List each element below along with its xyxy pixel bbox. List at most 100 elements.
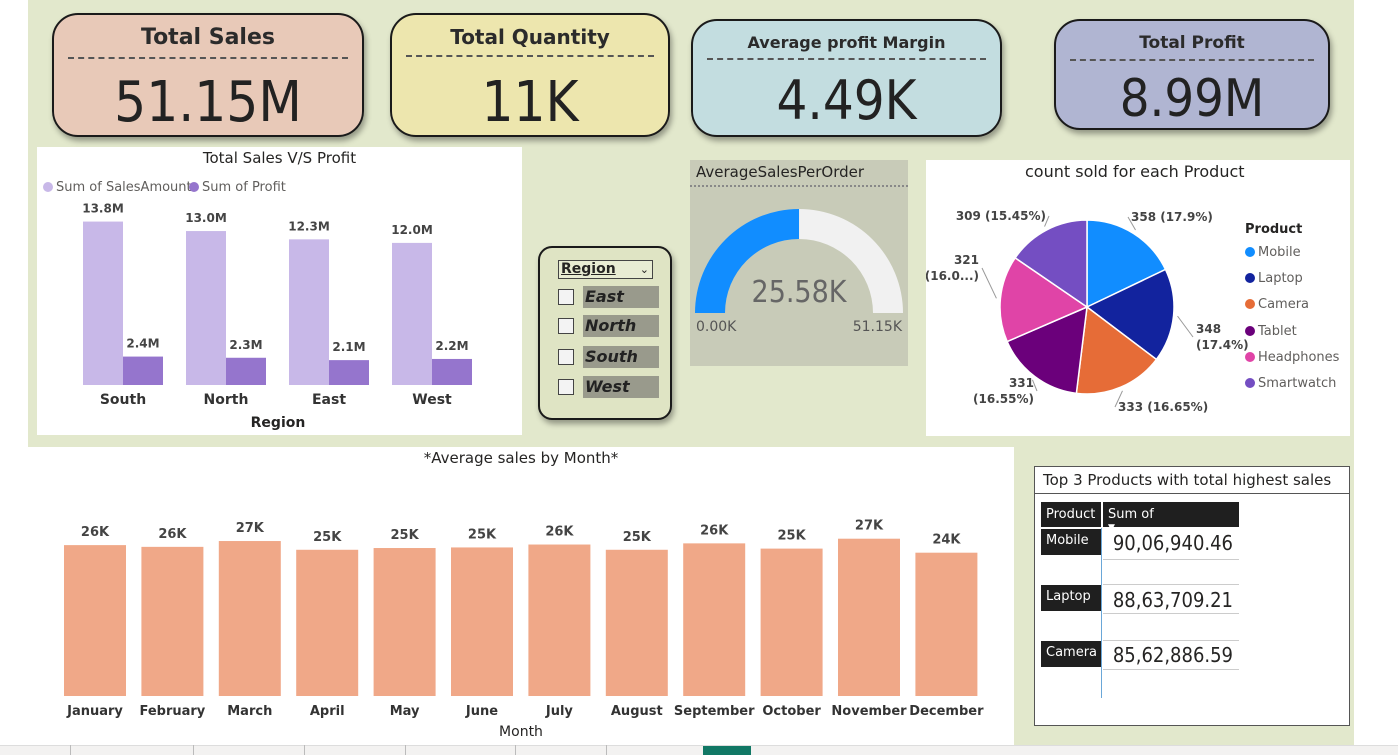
bar-west-sales	[392, 242, 432, 385]
x-tick-label: February	[139, 704, 205, 719]
data-label: 333 (16.65%)	[1118, 400, 1208, 414]
x-axis-title: Month	[499, 724, 543, 740]
data-label: 309 (15.45%)	[956, 209, 1046, 223]
slicer-option-label: West	[583, 376, 659, 398]
data-label: 2.4M	[126, 337, 159, 351]
legend-item-mobile[interactable]: Mobile	[1245, 245, 1301, 260]
row-divider	[1103, 640, 1239, 641]
bar-may	[373, 548, 436, 696]
page-tab-bar[interactable]	[0, 745, 1398, 755]
checkbox[interactable]	[558, 349, 574, 365]
legend-marker	[1245, 247, 1255, 257]
kpi-divider	[68, 57, 348, 59]
data-label: 27K	[236, 521, 265, 536]
gauge-chart	[695, 209, 903, 313]
data-label: 24K	[932, 533, 961, 548]
data-label: 321	[954, 253, 979, 267]
kpi-title: Total Quantity	[450, 25, 610, 49]
legend-item-smartwatch[interactable]: Smartwatch	[1245, 376, 1336, 391]
x-axis-title: Region	[251, 415, 306, 431]
checkbox[interactable]	[558, 379, 574, 395]
sales-profit-bar-chart: 13.8M 2.4M South 13.0M 2.3M North 12.3M 2.1M Eas…	[82, 202, 472, 431]
bar-july	[528, 544, 591, 696]
data-label: 26K	[81, 525, 110, 540]
legend-item-camera[interactable]: Camera	[1245, 297, 1309, 312]
bar-march	[218, 541, 281, 696]
column-divider	[1101, 528, 1102, 698]
table-row-product: Laptop	[1041, 585, 1101, 611]
table-title: Top 3 Products with total highest sales	[1035, 467, 1349, 494]
legend-marker	[1245, 378, 1255, 388]
legend-item-tablet[interactable]: Tablet	[1245, 324, 1297, 339]
legend-label: Mobile	[1258, 245, 1301, 260]
column-header-sales[interactable]: Sum of SalesAmount ▼	[1103, 502, 1239, 547]
data-label: 2.1M	[332, 340, 365, 354]
gauge-max-label: 51.15K	[852, 319, 902, 335]
leader-line	[1177, 315, 1194, 338]
slicer-header-label: Region	[561, 261, 616, 277]
bar-june	[451, 547, 513, 696]
bar-west-profit	[432, 358, 472, 385]
kpi-card-total-quantity[interactable]: Total Quantity 11K	[390, 13, 670, 137]
bar-december	[915, 552, 978, 696]
bar-october	[760, 548, 823, 696]
x-tick-label: August	[611, 704, 663, 719]
data-label: 13.8M	[82, 202, 124, 216]
product-count-pie-card[interactable]: count sold for each Product 358 (17.9%) 3…	[926, 160, 1350, 436]
sales-vs-profit-card[interactable]: Total Sales V/S Profit Sum of SalesAmoun…	[37, 147, 522, 435]
bar-november	[838, 538, 900, 696]
legend-item-headphones[interactable]: Headphones	[1245, 350, 1339, 365]
kpi-card-total-profit[interactable]: Total Profit 8.99M	[1054, 19, 1330, 130]
leader-line	[981, 267, 997, 299]
bar-april	[296, 549, 359, 696]
data-label: 2.2M	[435, 339, 468, 353]
kpi-divider	[707, 58, 986, 60]
tab-separator	[193, 745, 194, 755]
tab-separator	[606, 745, 607, 755]
data-label: 25K	[391, 528, 420, 543]
kpi-divider	[1070, 59, 1314, 61]
row-divider	[1103, 613, 1239, 614]
kpi-value: 51.15M	[114, 70, 302, 135]
x-tick-label: June	[465, 704, 498, 719]
top-products-table[interactable]: Top 3 Products with total highest sales …	[1034, 466, 1350, 726]
x-tick-label: July	[545, 704, 574, 719]
data-label: (17.4%)	[1196, 338, 1249, 352]
kpi-card-total-sales[interactable]: Total Sales 51.15M	[52, 13, 364, 137]
bar-south-sales	[83, 221, 123, 385]
legend-label: Headphones	[1258, 349, 1340, 365]
data-label: 358 (17.9%)	[1131, 210, 1213, 224]
table-row-amount: 85,62,886.59	[1112, 643, 1233, 667]
bar-north-profit	[226, 357, 266, 385]
kpi-value: 11K	[481, 70, 579, 135]
slicer-dropdown[interactable]: Region ⌄	[558, 260, 653, 279]
bar-north-sales	[186, 231, 226, 385]
data-label: 2.3M	[229, 338, 262, 352]
gauge-value: 25.58K	[751, 275, 847, 310]
table-row-product: Camera	[1041, 641, 1101, 667]
row-divider	[1103, 584, 1239, 585]
kpi-card-avg-profit-margin[interactable]: Average profit Margin 4.49K	[691, 19, 1002, 137]
kpi-title: Total Sales	[140, 25, 275, 50]
row-divider	[1103, 559, 1239, 560]
x-tick-label: April	[310, 704, 345, 719]
column-header-product[interactable]: Product	[1041, 502, 1101, 527]
slicer-option-label: South	[583, 346, 659, 368]
data-label: 25K	[313, 530, 342, 545]
x-tick-label: September	[674, 704, 755, 719]
active-page-tab[interactable]	[703, 746, 751, 755]
x-tick-label: North	[204, 392, 249, 408]
legend-title: Product	[1245, 222, 1303, 237]
bar-september	[683, 543, 746, 696]
legend-marker	[1245, 299, 1255, 310]
average-sales-gauge-card[interactable]: AverageSalesPerOrder 25.58K 0.00K 51.15K	[690, 160, 908, 366]
checkbox[interactable]	[558, 289, 574, 305]
x-tick-label: October	[762, 704, 821, 719]
checkbox[interactable]	[558, 318, 574, 334]
region-slicer[interactable]: Region ⌄ East North South West	[538, 246, 672, 420]
legend-item-laptop[interactable]: Laptop	[1245, 271, 1303, 286]
bar-east-profit	[329, 360, 369, 385]
monthly-sales-card[interactable]: *Average sales by Month* 26K January 26K Fe…	[28, 447, 1014, 745]
data-label: 25K	[623, 530, 652, 545]
bar-february	[141, 546, 204, 696]
